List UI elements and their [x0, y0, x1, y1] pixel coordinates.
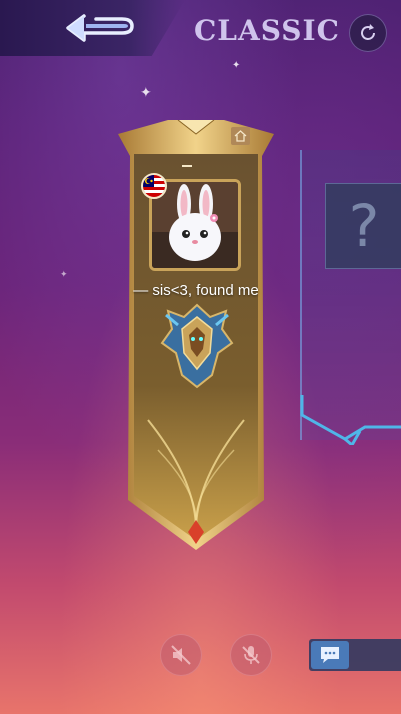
- home-icon[interactable]: [231, 127, 250, 145]
- empty-slot-placeholder: ?: [325, 183, 401, 269]
- refresh-button[interactable]: [349, 14, 387, 52]
- mic-muted-icon: [242, 646, 260, 664]
- mic-button[interactable]: [230, 634, 272, 676]
- rank-emblem[interactable]: [160, 303, 234, 389]
- player-name: — sis<3, found me: [133, 282, 259, 299]
- speaker-muted-icon: [171, 645, 191, 665]
- chat-icon: [321, 647, 339, 663]
- back-arrow-icon: [66, 14, 134, 42]
- speaker-button[interactable]: [160, 634, 202, 676]
- bunny-avatar-image: [152, 182, 238, 268]
- slot-card-trim: [300, 395, 401, 445]
- sparkle-icon: ✦: [140, 85, 152, 101]
- malaysia-flag: [141, 173, 167, 199]
- banner-marker: [182, 152, 208, 186]
- chat-button[interactable]: [311, 641, 349, 669]
- back-button[interactable]: [0, 0, 185, 56]
- sparkle-icon: ✦: [60, 270, 68, 280]
- refresh-icon: [361, 24, 375, 40]
- sparkle-icon: ✦: [232, 60, 241, 71]
- mode-title: CLASSIC: [194, 14, 340, 47]
